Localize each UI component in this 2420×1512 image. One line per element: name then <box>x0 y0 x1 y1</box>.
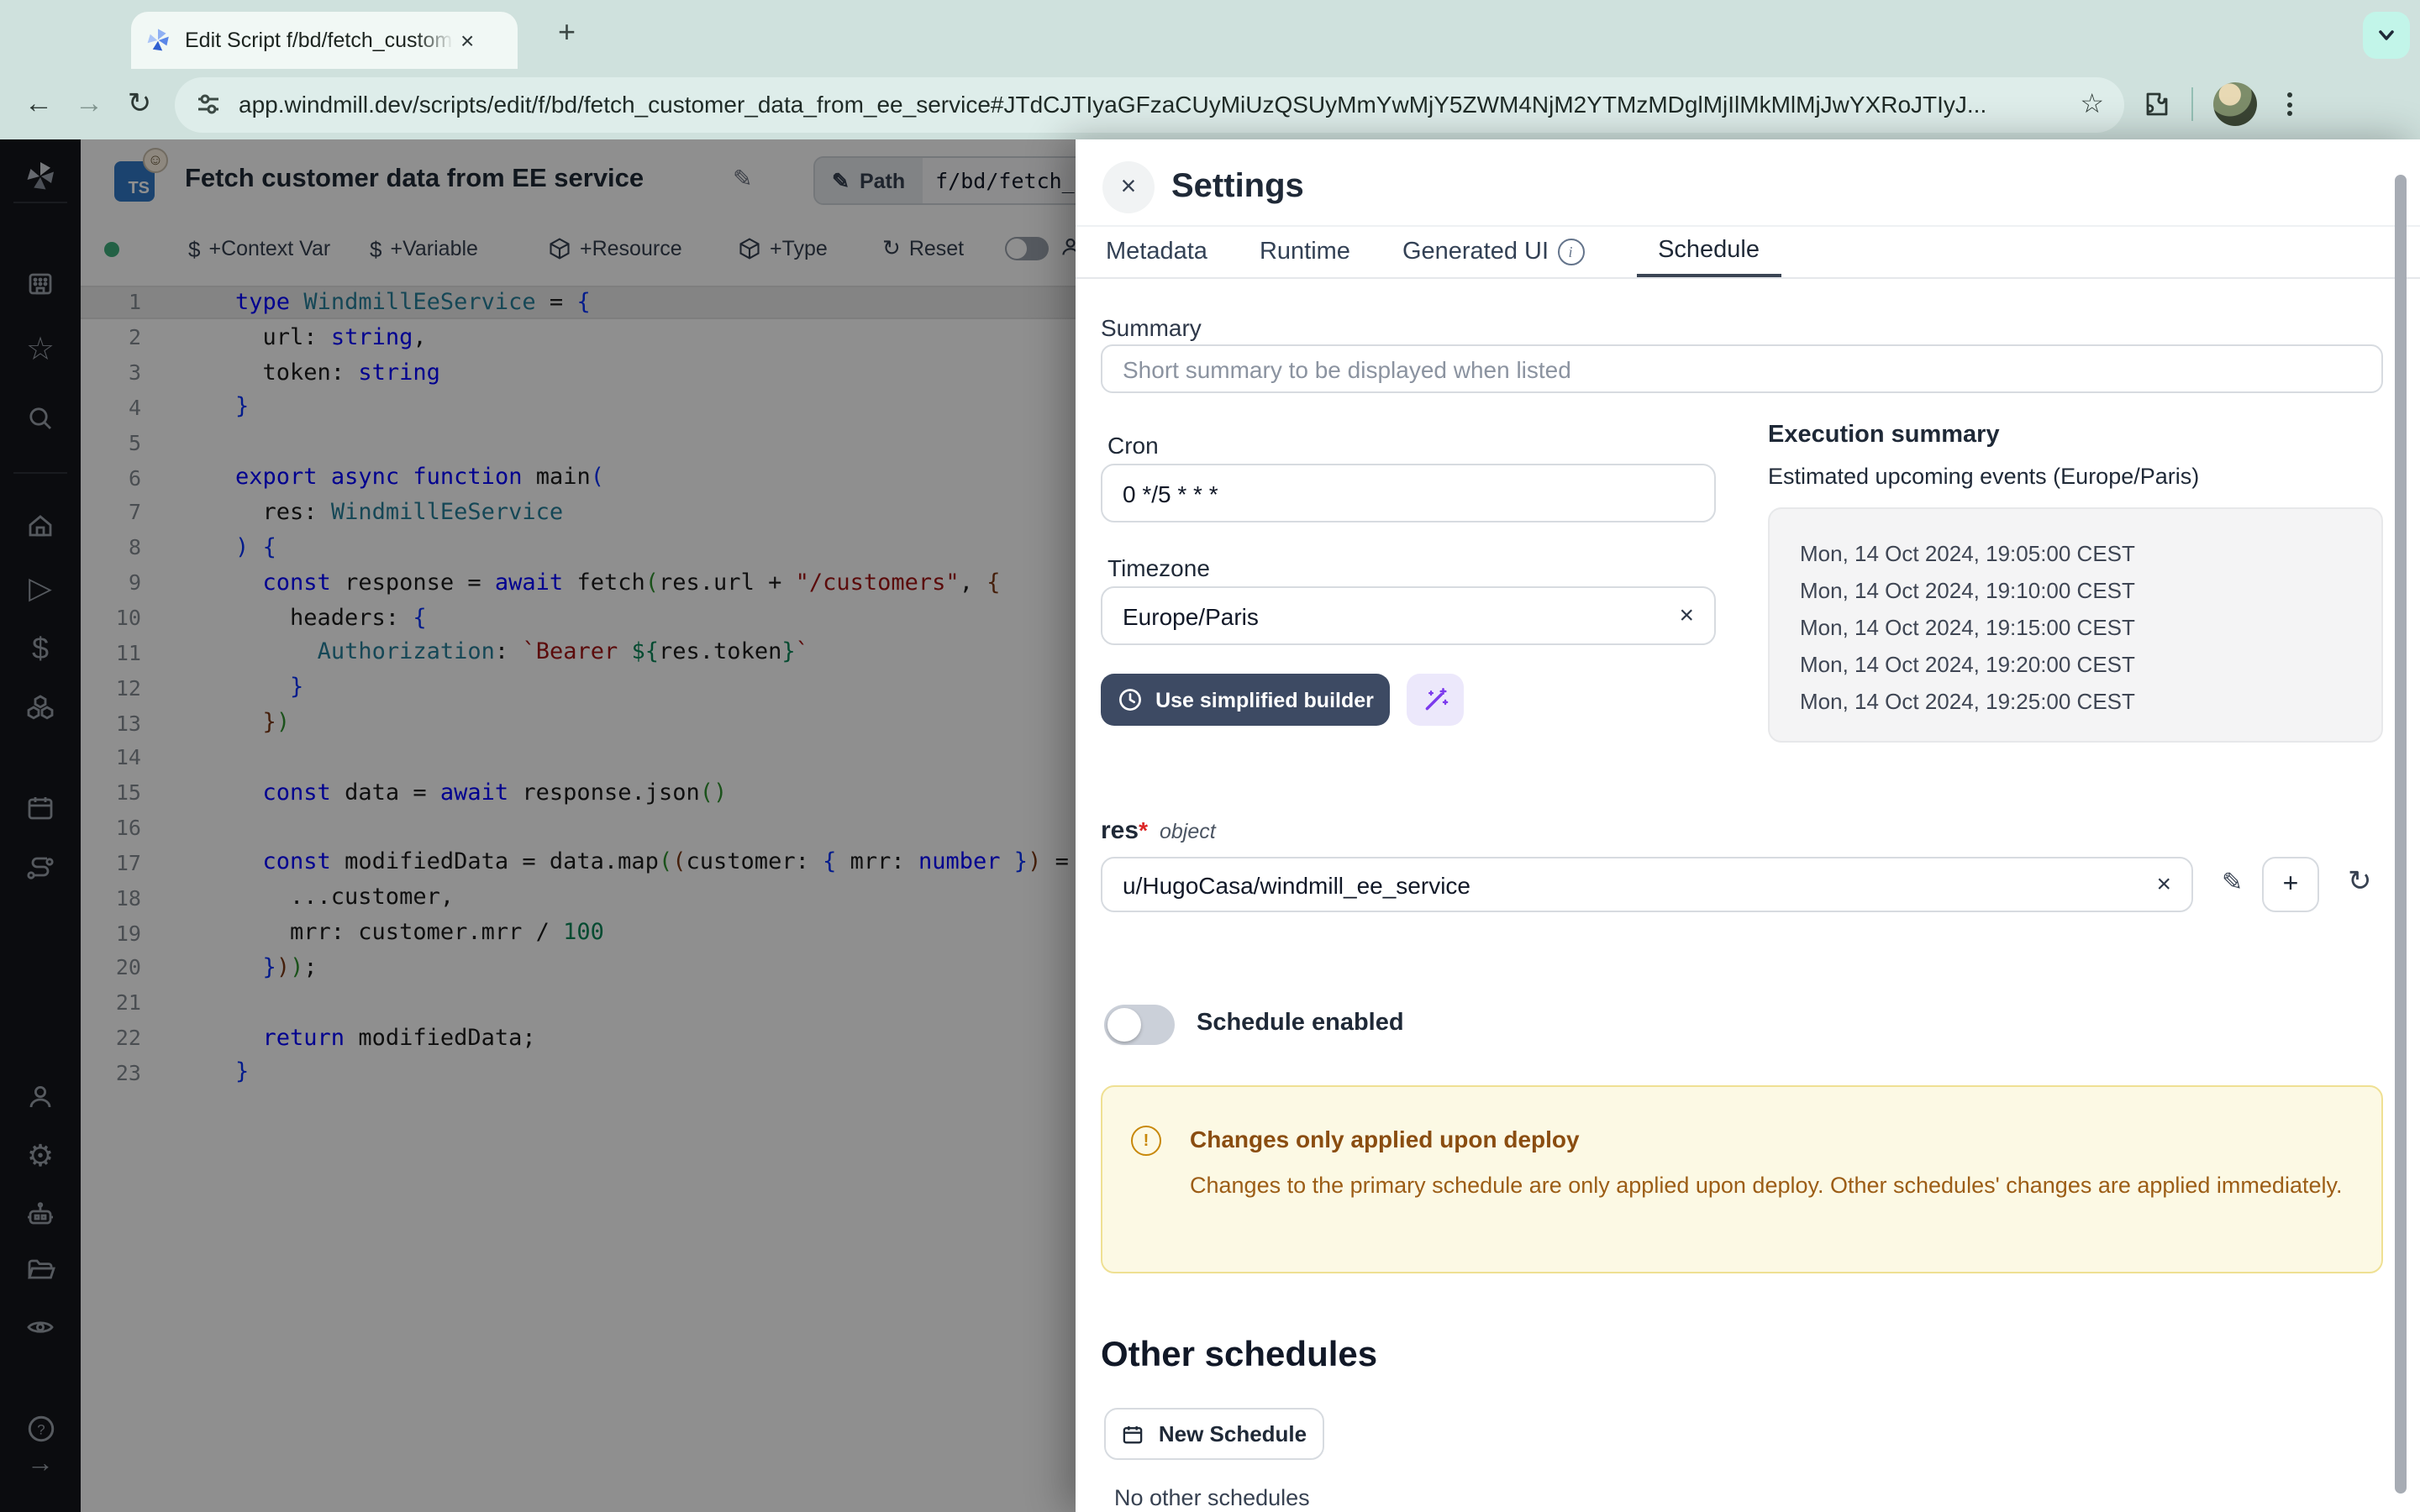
summary-placeholder: Short summary to be displayed when liste… <box>1123 355 1571 382</box>
address-bar[interactable]: app.windmill.dev/scripts/edit/f/bd/fetch… <box>175 76 2124 132</box>
calendar-icon <box>1122 1422 1145 1446</box>
browser-toolbar: ← → ↻ app.windmill.dev/scripts/edit/f/bd… <box>0 69 2420 139</box>
tab-title: Edit Script f/bd/fetch_custome <box>185 29 454 52</box>
arg-type: object <box>1160 820 1216 843</box>
ai-cron-button[interactable] <box>1407 674 1464 726</box>
windmill-favicon-icon <box>145 27 171 54</box>
arg-name: res <box>1101 816 1139 845</box>
edit-resource-pencil-icon[interactable]: ✎ <box>2222 867 2243 897</box>
summary-label: Summary <box>1101 314 1202 341</box>
back-button[interactable]: ← <box>13 87 64 121</box>
cron-label: Cron <box>1107 432 1159 459</box>
schedule-enabled-toggle[interactable] <box>1104 1005 1175 1045</box>
tab-close-icon[interactable]: × <box>460 29 474 52</box>
warning-title: Changes only applied upon deploy <box>1190 1126 1580 1152</box>
forward-button[interactable]: → <box>64 87 114 121</box>
execution-summary-subtitle: Estimated upcoming events (Europe/Paris) <box>1768 464 2199 489</box>
settings-drawer: × Settings Metadata Runtime Generated UI… <box>1076 139 2420 1512</box>
extensions-puzzle-icon[interactable] <box>2141 89 2171 119</box>
windmill-app: ☆ ▷ $ ⚙ <box>0 139 2420 1512</box>
cron-input[interactable]: 0 */5 * * * <box>1101 464 1716 522</box>
upcoming-event: Mon, 14 Oct 2024, 19:20:00 CEST <box>1800 647 2381 684</box>
drawer-backdrop[interactable] <box>0 139 1076 1512</box>
new-schedule-button[interactable]: New Schedule <box>1104 1408 1324 1460</box>
res-arg-header: res* object <box>1101 816 1216 845</box>
summary-input[interactable]: Short summary to be displayed when liste… <box>1101 344 2383 393</box>
warning-body: Changes to the primary schedule are only… <box>1190 1168 2349 1203</box>
clock-icon <box>1117 687 1142 712</box>
window-chevron-button[interactable] <box>2363 12 2410 59</box>
execution-summary-title: Execution summary <box>1768 422 2000 449</box>
screen: Edit Script f/bd/fetch_custome × + ← → ↻… <box>0 0 2420 1512</box>
res-resource-value: u/HugoCasa/windmill_ee_service <box>1123 871 1470 898</box>
drawer-scrollbar[interactable] <box>2395 175 2407 1494</box>
upcoming-event: Mon, 14 Oct 2024, 19:05:00 CEST <box>1800 536 2381 573</box>
clear-resource-icon[interactable]: × <box>2156 870 2171 899</box>
upcoming-event: Mon, 14 Oct 2024, 19:15:00 CEST <box>1800 610 2381 647</box>
browser-menu-icon[interactable] <box>2277 92 2302 116</box>
upcoming-events-box: Mon, 14 Oct 2024, 19:05:00 CEST Mon, 14 … <box>1768 507 2383 743</box>
close-drawer-button[interactable]: × <box>1102 161 1155 213</box>
res-resource-input[interactable]: u/HugoCasa/windmill_ee_service × <box>1101 857 2193 912</box>
info-icon: i <box>1557 239 1584 265</box>
add-resource-button[interactable]: + <box>2262 857 2319 912</box>
no-other-schedules-text: No other schedules <box>1114 1485 1310 1510</box>
cron-value: 0 */5 * * * <box>1123 480 1218 507</box>
drawer-title: Settings <box>1171 161 1304 213</box>
clear-timezone-icon[interactable]: × <box>1679 601 1694 630</box>
reload-button[interactable]: ↻ <box>114 87 165 121</box>
browser-tab-strip: Edit Script f/bd/fetch_custome × + <box>0 0 2420 69</box>
url-text[interactable]: app.windmill.dev/scripts/edit/f/bd/fetch… <box>239 91 2066 118</box>
settings-tabs: Metadata Runtime Generated UI i Schedule <box>1076 225 2420 279</box>
magic-wand-icon <box>1421 685 1449 714</box>
separator <box>2191 87 2193 121</box>
tab-metadata[interactable]: Metadata <box>1102 227 1211 277</box>
warning-icon: ! <box>1131 1126 1161 1156</box>
site-settings-icon[interactable] <box>195 91 222 118</box>
timezone-label: Timezone <box>1107 554 1210 581</box>
schedule-enabled-label: Schedule enabled <box>1197 1010 1404 1037</box>
other-schedules-title: Other schedules <box>1101 1336 1377 1376</box>
browser-tab[interactable]: Edit Script f/bd/fetch_custome × <box>131 12 518 69</box>
timezone-value: Europe/Paris <box>1123 602 1259 629</box>
tab-runtime[interactable]: Runtime <box>1256 227 1354 277</box>
tab-generated-ui[interactable]: Generated UI i <box>1399 227 1587 277</box>
use-simplified-builder-button[interactable]: Use simplified builder <box>1101 674 1390 726</box>
timezone-input[interactable]: Europe/Paris × <box>1101 586 1716 645</box>
chevron-down-icon <box>2375 24 2398 47</box>
tab-schedule[interactable]: Schedule <box>1636 227 1781 277</box>
bookmark-star-icon[interactable]: ☆ <box>2080 87 2104 121</box>
refresh-resource-icon[interactable]: ↻ <box>2348 865 2372 899</box>
required-asterisk: * <box>1139 816 1148 843</box>
new-tab-button[interactable]: + <box>558 15 576 50</box>
upcoming-event: Mon, 14 Oct 2024, 19:25:00 CEST <box>1800 684 2381 721</box>
upcoming-event: Mon, 14 Oct 2024, 19:10:00 CEST <box>1800 573 2381 610</box>
deploy-warning-box: ! Changes only applied upon deploy Chang… <box>1101 1085 2383 1273</box>
profile-avatar[interactable] <box>2213 82 2257 126</box>
